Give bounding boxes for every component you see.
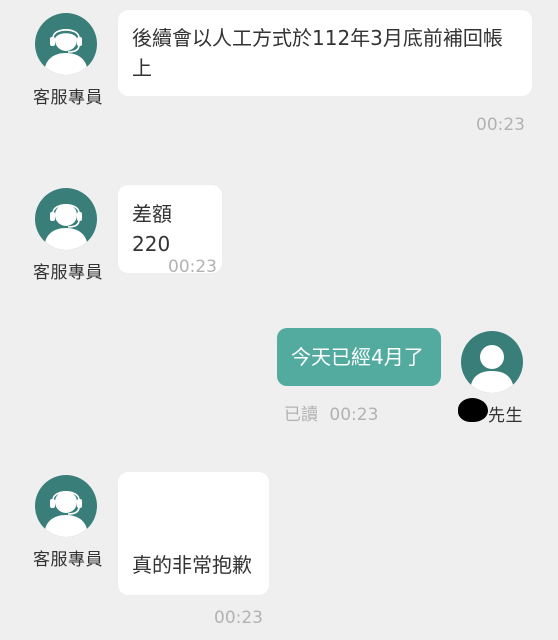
message-text: 今天已經4月了 (291, 345, 424, 369)
message-text: 真的非常抱歉 (132, 553, 252, 577)
message-time: 00:23 (214, 608, 263, 628)
sender-name: 客服專員 (33, 263, 103, 283)
message-bubble[interactable]: 後續會以人工方式於112年3月底前補回帳上 (118, 10, 532, 96)
chat-conversation[interactable]: 客服專員 後續會以人工方式於112年3月底前補回帳上 00:23 客服專員 差額… (0, 0, 558, 640)
user-icon (470, 345, 514, 393)
headset-agent-icon (44, 490, 88, 537)
read-label: 已讀 (284, 405, 318, 425)
sender-name: 先生 (488, 406, 523, 426)
user-avatar[interactable] (461, 331, 523, 393)
agent-avatar[interactable] (35, 188, 97, 250)
sender-name: 客服專員 (33, 88, 103, 108)
message-text: 差額220 (132, 202, 172, 256)
redaction-mark (458, 398, 488, 422)
sender-name: 客服專員 (33, 550, 103, 570)
headset-agent-icon (44, 203, 88, 250)
message-bubble[interactable]: 今天已經4月了 (277, 328, 441, 386)
message-time: 00:23 (476, 115, 525, 135)
read-receipt: 已讀 00:23 (284, 400, 378, 425)
message-time: 00:23 (168, 257, 217, 277)
headset-agent-icon (44, 28, 88, 75)
message-text: 後續會以人工方式於112年3月底前補回帳上 (132, 26, 503, 80)
message-time: 00:23 (329, 405, 379, 425)
agent-avatar[interactable] (35, 475, 97, 537)
agent-avatar[interactable] (35, 13, 97, 75)
message-bubble[interactable]: 真的非常抱歉 (118, 472, 269, 595)
